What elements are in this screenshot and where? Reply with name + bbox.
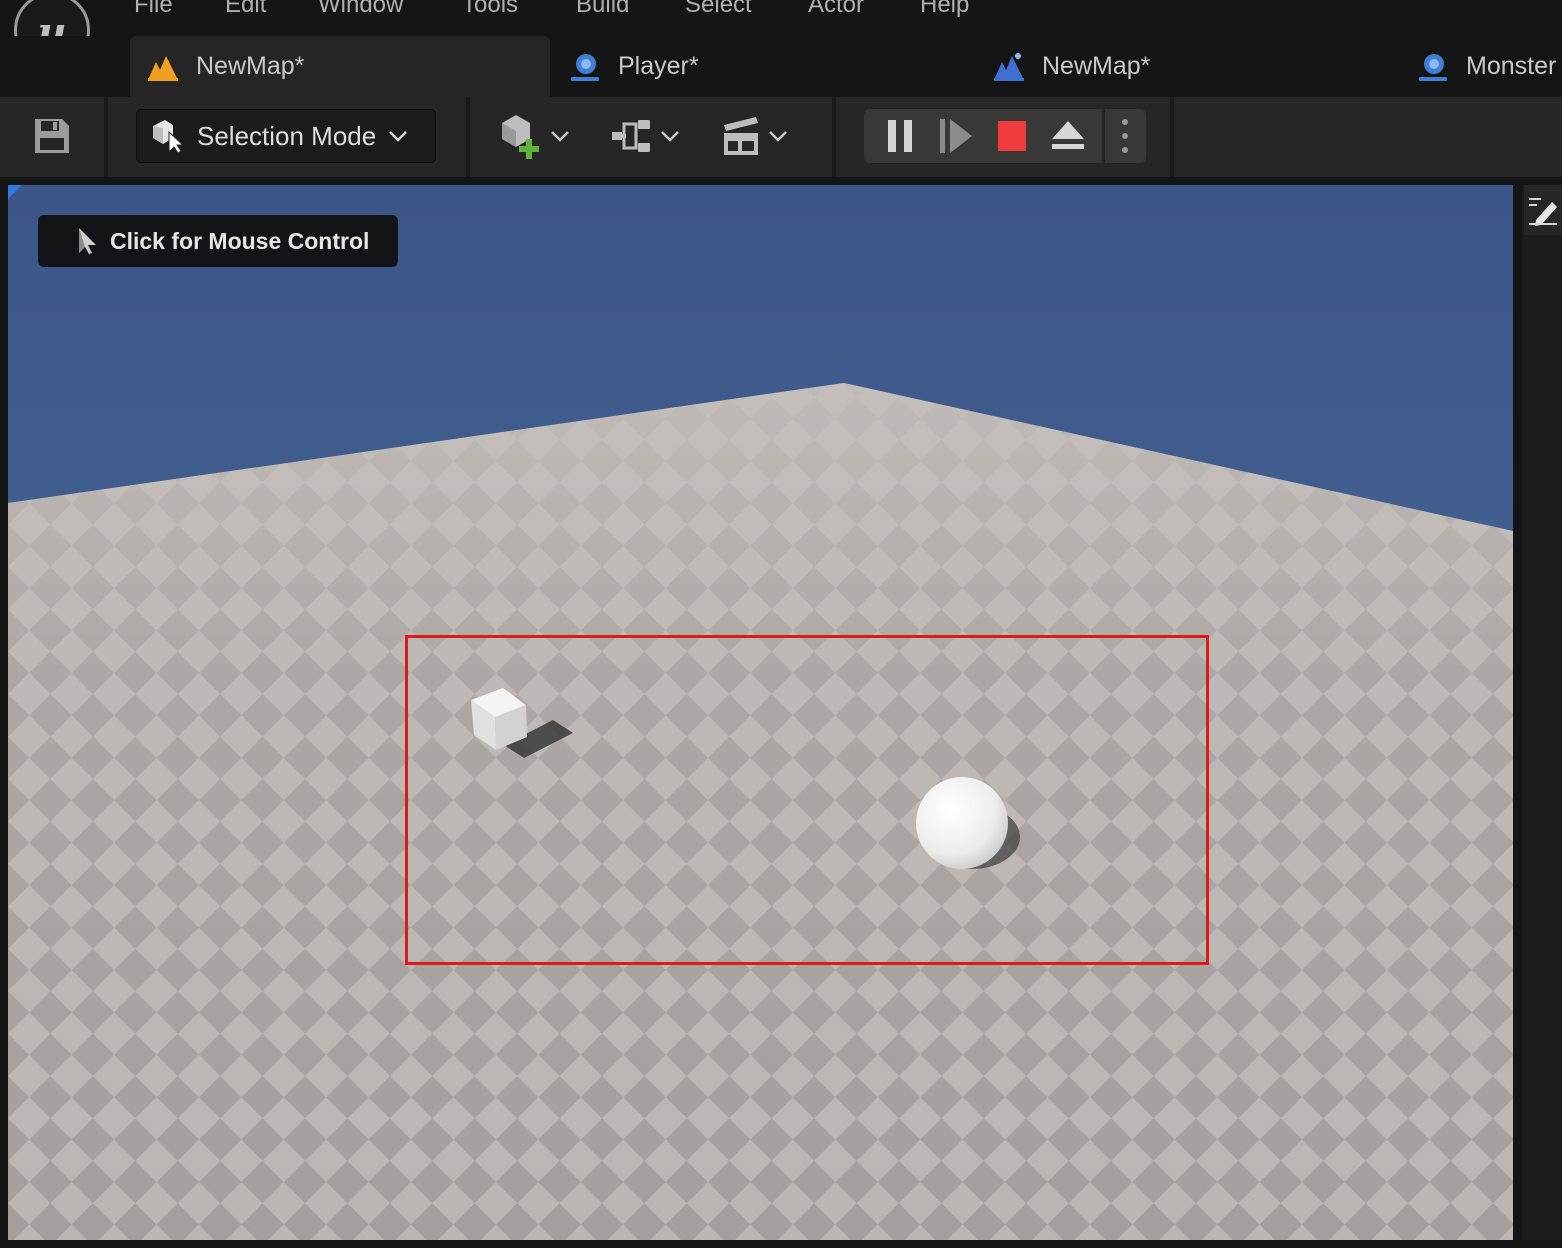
viewport-corner-marker bbox=[8, 185, 22, 199]
blueprint-icon bbox=[571, 53, 599, 81]
level-editor-toolbar: Selection Mode bbox=[0, 97, 1562, 177]
menu-file[interactable]: File bbox=[134, 0, 173, 19]
edit-panel-tab[interactable] bbox=[1524, 185, 1562, 235]
clapperboard-icon bbox=[724, 117, 758, 155]
cinematics-button[interactable] bbox=[722, 113, 788, 159]
chevron-down-icon bbox=[551, 131, 569, 142]
document-tab-bar: NewMap* Player* NewMap* Monster bbox=[0, 36, 1562, 97]
mouse-control-button[interactable]: Click for Mouse Control bbox=[38, 215, 398, 267]
tab-newmap-2[interactable]: NewMap* bbox=[992, 36, 1150, 97]
menu-help[interactable]: Help bbox=[920, 0, 969, 19]
add-actor-button[interactable] bbox=[500, 113, 570, 159]
selection-mode-icon bbox=[153, 120, 185, 154]
play-group-divider bbox=[1102, 109, 1105, 163]
chevron-down-icon bbox=[389, 131, 408, 142]
cursor-arrow-icon bbox=[79, 228, 96, 254]
menu-window[interactable]: Window bbox=[318, 0, 403, 19]
toolbar-separator bbox=[1170, 97, 1174, 177]
blueprint-menu-button[interactable] bbox=[610, 113, 680, 159]
selection-mode-label: Selection Mode bbox=[197, 120, 377, 151]
menu-build[interactable]: Build bbox=[576, 0, 629, 19]
chevron-down-icon bbox=[769, 131, 787, 142]
menu-bar: u File Edit Window Tools Build Select Ac… bbox=[0, 0, 1562, 68]
eject-button[interactable] bbox=[1046, 109, 1090, 163]
stop-button[interactable] bbox=[992, 109, 1032, 163]
level-map-blue-icon bbox=[994, 52, 1024, 81]
save-button[interactable] bbox=[32, 113, 72, 159]
toolbar-separator bbox=[466, 97, 470, 177]
tab-player[interactable]: Player* bbox=[568, 36, 699, 97]
more-options-icon bbox=[1122, 119, 1128, 153]
menu-tools[interactable]: Tools bbox=[462, 0, 518, 19]
tab-label: Player* bbox=[618, 52, 699, 80]
advance-frame-button[interactable] bbox=[936, 109, 976, 163]
toolbar-separator bbox=[832, 97, 836, 177]
play-controls bbox=[864, 109, 1146, 163]
menu-actor[interactable]: Actor bbox=[808, 0, 864, 19]
tab-label: Monster bbox=[1466, 52, 1557, 80]
menu-select[interactable]: Select bbox=[685, 0, 752, 19]
more-options-button[interactable] bbox=[1108, 109, 1142, 163]
pause-button[interactable] bbox=[880, 109, 920, 163]
menu-edit[interactable]: Edit bbox=[225, 0, 266, 19]
blueprint-icon bbox=[1419, 53, 1447, 81]
right-side-panel bbox=[1522, 185, 1562, 1240]
stop-icon bbox=[998, 121, 1026, 151]
tab-newmap-active[interactable]: NewMap* bbox=[130, 36, 550, 97]
selection-mode-dropdown[interactable]: Selection Mode bbox=[136, 109, 436, 163]
tab-label: NewMap* bbox=[196, 52, 305, 80]
blueprint-graph-icon bbox=[612, 120, 650, 152]
level-viewport[interactable]: Click for Mouse Control bbox=[8, 185, 1513, 1240]
tab-monster[interactable]: Monster bbox=[1416, 36, 1556, 97]
eject-icon bbox=[1052, 121, 1084, 149]
mouse-control-label: Click for Mouse Control bbox=[110, 227, 370, 254]
chevron-down-icon bbox=[661, 131, 679, 142]
add-actor-icon bbox=[502, 115, 539, 159]
pause-icon bbox=[888, 120, 912, 152]
selection-highlight-rectangle bbox=[405, 635, 1209, 965]
tab-label: NewMap* bbox=[1042, 52, 1151, 80]
save-icon bbox=[35, 119, 69, 153]
advance-frame-icon bbox=[940, 119, 972, 153]
toolbar-separator bbox=[104, 97, 108, 177]
edit-pencil-icon bbox=[1529, 198, 1557, 226]
level-map-icon bbox=[148, 55, 178, 81]
